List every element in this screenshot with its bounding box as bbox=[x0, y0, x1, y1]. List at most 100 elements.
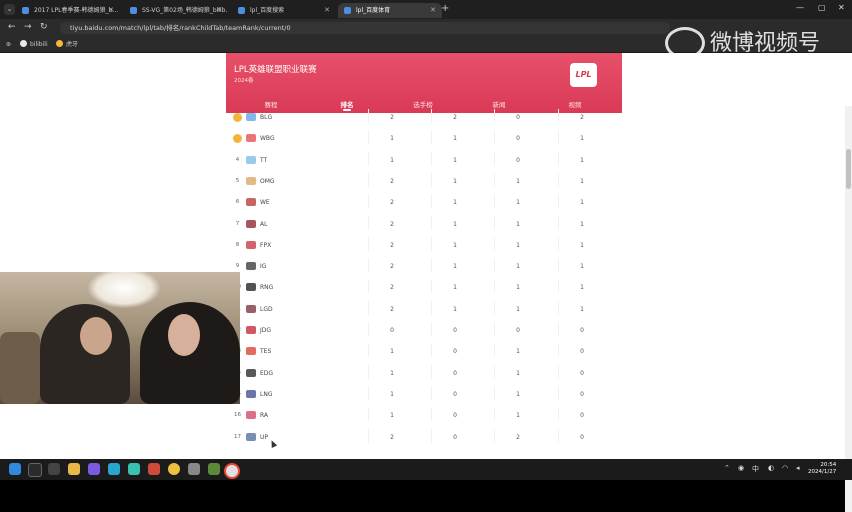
tray-chevron-icon[interactable]: ⌃ bbox=[724, 464, 730, 472]
column-divider bbox=[368, 258, 369, 273]
stat-cell: 0 bbox=[580, 369, 584, 377]
scrollbar-thumb[interactable] bbox=[846, 149, 851, 189]
stat-cell: 1 bbox=[516, 390, 520, 398]
table-row[interactable]: 6 WE 2 1 1 1 bbox=[226, 190, 622, 211]
team-name: TES bbox=[260, 348, 272, 356]
stat-cell: 1 bbox=[580, 263, 584, 271]
network-icon[interactable]: ◠ bbox=[782, 464, 788, 472]
maximize-icon[interactable]: ▢ bbox=[818, 3, 826, 12]
table-row[interactable]: BLG 2 2 0 2 bbox=[226, 105, 622, 126]
column-divider bbox=[494, 172, 495, 187]
table-row[interactable]: 10RNG2111 bbox=[226, 275, 622, 296]
table-row[interactable]: 9 IG 2 1 1 1 bbox=[226, 254, 622, 275]
table-row[interactable]: 17 UP 2 0 2 0 bbox=[226, 425, 622, 446]
season-label: 2024春 bbox=[234, 78, 254, 84]
table-row[interactable]: 4 TT 1 1 0 1 bbox=[226, 148, 622, 169]
stat-cell: 2 bbox=[580, 114, 584, 121]
new-tab-button[interactable]: + bbox=[441, 3, 449, 14]
stat-cell: 2 bbox=[390, 199, 394, 207]
column-divider bbox=[431, 172, 432, 187]
streamer-left-face bbox=[80, 317, 112, 355]
chrome-icon[interactable] bbox=[224, 463, 240, 479]
team-name: AL bbox=[260, 220, 268, 228]
reload-icon[interactable]: ↻ bbox=[40, 22, 48, 32]
rank-number: 17 bbox=[234, 433, 241, 440]
column-divider bbox=[558, 300, 559, 315]
rank-number: 9 bbox=[235, 263, 240, 270]
stat-cell: 0 bbox=[453, 412, 457, 420]
app-icon-4[interactable] bbox=[168, 463, 180, 475]
bilibili-icon bbox=[20, 40, 27, 47]
team-name: TT bbox=[260, 156, 268, 164]
browser-tab[interactable]: SS-VG_第02场_韩德姆狼_bilib... ✕ bbox=[124, 3, 228, 18]
browser-tab[interactable]: 2017 LPL春季赛-韩德姆狼_b... ✕ bbox=[16, 3, 120, 18]
table-row[interactable]: 15LNG1010 bbox=[226, 382, 622, 403]
tab-search-button[interactable]: ⌄ bbox=[4, 4, 15, 15]
search-icon[interactable] bbox=[28, 463, 42, 477]
url-bar[interactable]: tiyu.baidu.com/match/lpl/tab/排名/rankChil… bbox=[60, 22, 670, 34]
app-icon-3[interactable] bbox=[148, 463, 160, 475]
team-name: WBG bbox=[260, 135, 275, 143]
file-explorer-icon[interactable] bbox=[68, 463, 80, 475]
forward-icon[interactable]: → bbox=[24, 22, 32, 32]
team-logo-icon bbox=[246, 347, 256, 356]
table-row[interactable]: 14EDG1010 bbox=[226, 361, 622, 382]
table-row[interactable]: WBG 1 1 0 1 bbox=[226, 126, 622, 147]
task-view-icon[interactable] bbox=[48, 463, 60, 475]
browser-tab[interactable]: lpl_百度体育 ✕ bbox=[338, 3, 442, 18]
stat-cell: 2 bbox=[390, 177, 394, 185]
column-divider bbox=[368, 194, 369, 209]
team-logo-icon bbox=[246, 411, 256, 420]
stat-cell: 2 bbox=[390, 284, 394, 292]
column-divider bbox=[431, 109, 432, 123]
minimize-icon[interactable]: — bbox=[796, 3, 804, 12]
stat-cell: 0 bbox=[580, 412, 584, 420]
table-row[interactable]: 5 OMG 2 1 1 1 bbox=[226, 169, 622, 190]
app-icon-6[interactable] bbox=[208, 463, 220, 475]
app-icon-1[interactable] bbox=[88, 463, 100, 475]
column-divider bbox=[558, 343, 559, 358]
stat-cell: 1 bbox=[580, 177, 584, 185]
table-row[interactable]: 11LGD2111 bbox=[226, 297, 622, 318]
tab-close-icon[interactable]: ✕ bbox=[108, 3, 114, 18]
stat-cell: 1 bbox=[453, 177, 457, 185]
table-row[interactable]: 8 FPX 2 1 1 1 bbox=[226, 233, 622, 254]
table-row[interactable]: 12JDG0000 bbox=[226, 318, 622, 339]
column-divider bbox=[431, 428, 432, 443]
column-divider bbox=[558, 258, 559, 273]
stat-cell: 0 bbox=[516, 114, 520, 121]
stat-cell: 1 bbox=[580, 284, 584, 292]
app-icon-2[interactable] bbox=[128, 463, 140, 475]
ime-mode-icon[interactable]: ◐ bbox=[768, 464, 774, 472]
team-logo-icon bbox=[246, 134, 256, 143]
tab-close-icon[interactable]: ✕ bbox=[216, 3, 222, 18]
volume-icon[interactable]: ◂ bbox=[796, 464, 800, 472]
bookmark-bilibili[interactable]: bilibili bbox=[20, 39, 48, 50]
tab-close-icon[interactable]: ✕ bbox=[324, 3, 330, 18]
browser-tab[interactable]: lpl_百度搜索 ✕ bbox=[232, 3, 336, 18]
stat-cell: 1 bbox=[516, 199, 520, 207]
column-divider bbox=[494, 194, 495, 209]
close-window-icon[interactable]: ✕ bbox=[838, 3, 845, 12]
app-icon-5[interactable] bbox=[188, 463, 200, 475]
bookmarks-apps-icon[interactable]: ⊛ bbox=[6, 39, 11, 50]
table-row[interactable]: 16 RA 1 0 1 0 bbox=[226, 403, 622, 424]
ime-indicator[interactable]: 中 bbox=[752, 464, 759, 474]
stat-cell: 1 bbox=[580, 220, 584, 228]
streamer-left bbox=[40, 304, 130, 404]
table-row[interactable]: 13TES1010 bbox=[226, 339, 622, 360]
column-divider bbox=[558, 215, 559, 230]
start-menu-icon[interactable] bbox=[9, 463, 21, 475]
rank-number: 7 bbox=[235, 220, 240, 227]
system-clock[interactable]: 20:54 2024/1/27 bbox=[808, 462, 836, 476]
bookmark-huya[interactable]: 虎牙 bbox=[56, 39, 78, 50]
edge-icon[interactable] bbox=[108, 463, 120, 475]
table-row[interactable]: 7 AL 2 1 1 1 bbox=[226, 212, 622, 233]
back-icon[interactable]: ← bbox=[8, 22, 16, 32]
league-header: LPL英雄联盟职业联赛 2024春 LPL 赛程 排名 选手榜 新闻 视频 bbox=[226, 53, 622, 113]
stat-cell: 1 bbox=[580, 199, 584, 207]
tray-app-icon[interactable]: ◉ bbox=[738, 464, 744, 472]
column-divider bbox=[368, 109, 369, 123]
stat-cell: 1 bbox=[516, 348, 520, 356]
tab-close-icon[interactable]: ✕ bbox=[430, 3, 436, 18]
